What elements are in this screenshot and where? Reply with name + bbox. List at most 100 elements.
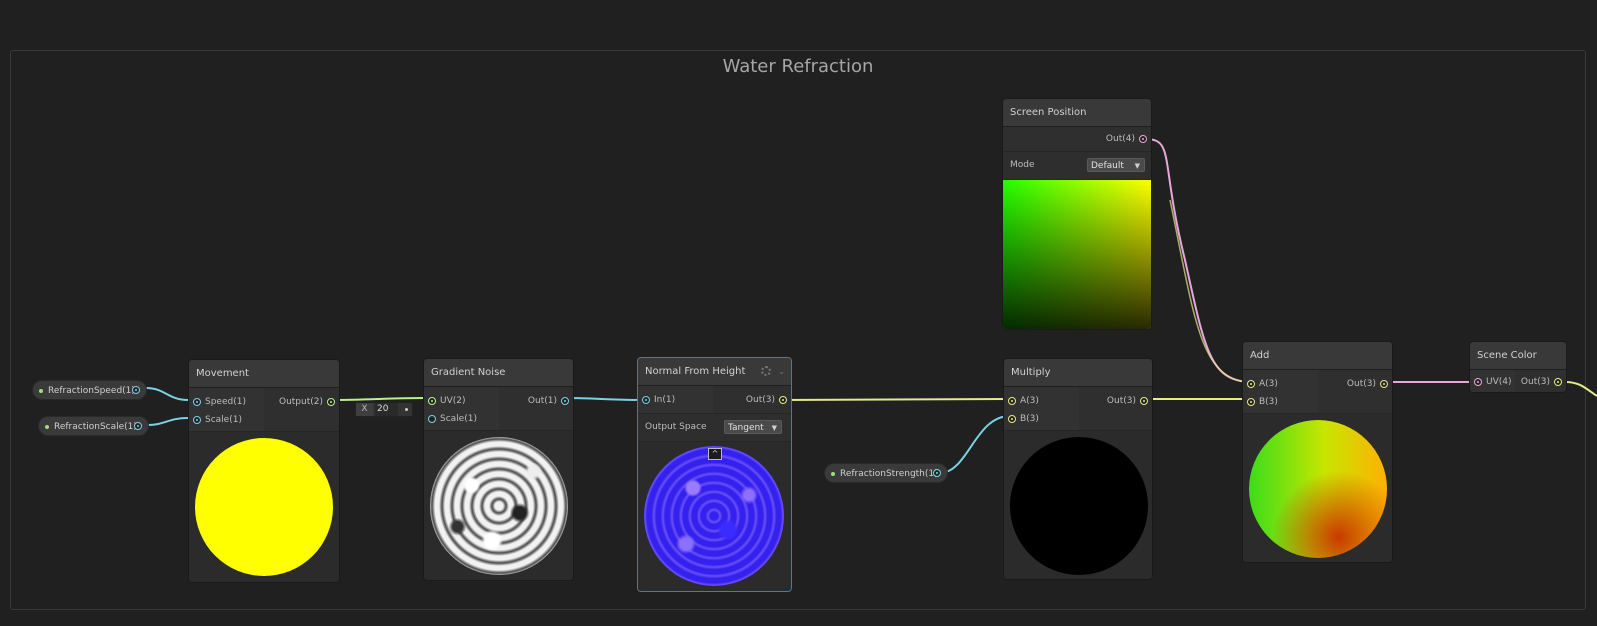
output-port[interactable]	[132, 386, 140, 394]
node-title: Gradient Noise	[424, 359, 573, 387]
port-output[interactable]: Output(2)	[279, 395, 339, 409]
chevron-down-icon: ▼	[771, 424, 777, 432]
property-indicator	[45, 425, 49, 429]
node-ports: UV(4) Out(3)	[1470, 370, 1566, 392]
node-screen-position[interactable]: Screen Position Out(4) Mode Default ▼	[1002, 98, 1152, 330]
node-title: Normal From Height ⌄	[638, 358, 791, 386]
port-label: Out(3)	[745, 395, 775, 405]
port-dot[interactable]	[1247, 380, 1255, 388]
port-speed[interactable]: Speed(1)	[189, 395, 246, 409]
port-b[interactable]: B(3)	[1243, 395, 1278, 409]
port-dot[interactable]	[1247, 398, 1255, 406]
property-refraction-strength[interactable]: RefractionStrength(1)	[824, 463, 948, 483]
node-gradient-noise[interactable]: Gradient Noise UV(2) Scale(1) Out(1)	[423, 358, 574, 581]
port-output[interactable]: Out(3)	[1347, 377, 1392, 391]
port-dot[interactable]	[1380, 380, 1388, 388]
dropdown-value: Tangent	[728, 423, 764, 433]
node-ports: Speed(1) Scale(1) Output(2)	[189, 388, 339, 432]
chevron-down-icon: ▼	[1134, 162, 1140, 170]
port-scale[interactable]: Scale(1)	[424, 412, 477, 426]
group-title[interactable]: Water Refraction	[11, 56, 1585, 77]
connector-dot	[405, 408, 408, 411]
port-label: Out(1)	[527, 396, 557, 406]
dropdown-value: Default	[1091, 161, 1124, 171]
port-dot[interactable]	[1474, 378, 1482, 386]
port-output[interactable]: Out(1)	[528, 394, 573, 408]
port-uv[interactable]: UV(2)	[424, 394, 466, 408]
port-dot[interactable]	[1554, 378, 1562, 386]
node-multiply[interactable]: Multiply A(3) B(3) Out(3)	[1003, 358, 1153, 580]
field-value[interactable]: 20	[375, 403, 398, 416]
port-b[interactable]: B(3)	[1004, 412, 1039, 426]
port-label: Speed(1)	[205, 397, 246, 407]
output-space-label: Output Space	[645, 422, 707, 432]
port-label: B(3)	[1259, 397, 1278, 407]
port-dot[interactable]	[561, 397, 569, 405]
port-output[interactable]: Out(4)	[1106, 132, 1151, 146]
port-dot[interactable]	[1140, 397, 1148, 405]
property-refraction-scale[interactable]: RefractionScale(1)	[38, 416, 149, 436]
port-dot[interactable]	[193, 398, 201, 406]
node-preview: ^	[638, 442, 791, 591]
port-dot[interactable]	[193, 416, 201, 424]
preview-sphere	[195, 438, 333, 576]
chevron-up-icon[interactable]: ^	[708, 448, 722, 460]
preview-sphere	[644, 446, 784, 586]
mode-dropdown[interactable]: Default ▼	[1087, 158, 1145, 172]
port-dot[interactable]	[642, 396, 650, 404]
node-ports: UV(2) Scale(1) Out(1)	[424, 387, 573, 431]
node-title-text: Normal From Height	[645, 366, 746, 377]
port-scale[interactable]: Scale(1)	[189, 413, 242, 427]
node-normal-from-height[interactable]: Normal From Height ⌄ In(1) Out(3) Output…	[637, 357, 792, 592]
port-dot[interactable]	[1008, 415, 1016, 423]
preview-sphere	[430, 437, 568, 575]
port-output[interactable]: Out(3)	[1107, 394, 1152, 408]
output-space-dropdown[interactable]: Tangent ▼	[724, 420, 782, 434]
node-title: Add	[1243, 342, 1392, 370]
node-title: Movement	[189, 360, 339, 388]
chevron-down-icon[interactable]: ⌄	[778, 358, 785, 385]
node-movement[interactable]: Movement Speed(1) Scale(1) Output(2)	[188, 359, 340, 583]
node-scene-color[interactable]: Scene Color UV(4) Out(3)	[1469, 341, 1567, 393]
gear-icon[interactable]	[761, 366, 771, 376]
port-uv[interactable]: UV(4)	[1470, 375, 1512, 389]
port-label: A(3)	[1259, 379, 1278, 389]
property-label: RefractionStrength(1)	[840, 469, 938, 479]
noise-scale-input[interactable]: X 20	[355, 402, 413, 417]
output-space-row: Output Space Tangent ▼	[638, 414, 791, 442]
node-title: Multiply	[1004, 359, 1152, 387]
port-dot[interactable]	[428, 397, 436, 405]
property-indicator	[831, 472, 835, 476]
port-label: UV(4)	[1486, 377, 1512, 387]
port-label: A(3)	[1020, 396, 1039, 406]
port-dot[interactable]	[1139, 135, 1147, 143]
port-label: Out(3)	[1106, 396, 1136, 406]
output-port[interactable]	[134, 422, 142, 430]
field-axis-label: X	[356, 403, 373, 416]
port-a[interactable]: A(3)	[1243, 377, 1278, 391]
node-preview	[1004, 431, 1152, 579]
node-ports: In(1) Out(3)	[638, 386, 791, 414]
port-label: In(1)	[654, 395, 676, 405]
port-in[interactable]: In(1)	[638, 393, 675, 407]
port-dot[interactable]	[1008, 397, 1016, 405]
mode-row: Mode Default ▼	[1003, 152, 1151, 180]
port-label: Out(3)	[1346, 379, 1376, 389]
node-title: Scene Color	[1470, 342, 1566, 370]
property-indicator	[39, 389, 43, 393]
port-a[interactable]: A(3)	[1004, 394, 1039, 408]
property-refraction-speed[interactable]: RefractionSpeed(1)	[32, 380, 147, 400]
port-output[interactable]: Out(3)	[746, 393, 791, 407]
port-dot[interactable]	[327, 398, 335, 406]
port-label: UV(2)	[440, 396, 466, 406]
node-preview	[424, 431, 573, 580]
output-port[interactable]	[933, 469, 941, 477]
node-ports: A(3) B(3) Out(3)	[1243, 370, 1392, 414]
mode-label: Mode	[1010, 160, 1035, 170]
node-add[interactable]: Add A(3) B(3) Out(3)	[1242, 341, 1393, 563]
port-output[interactable]: Out(3)	[1521, 375, 1566, 389]
port-label: Out(4)	[1105, 134, 1135, 144]
port-dot[interactable]	[428, 415, 436, 423]
port-dot[interactable]	[779, 396, 787, 404]
node-preview	[1243, 414, 1392, 562]
